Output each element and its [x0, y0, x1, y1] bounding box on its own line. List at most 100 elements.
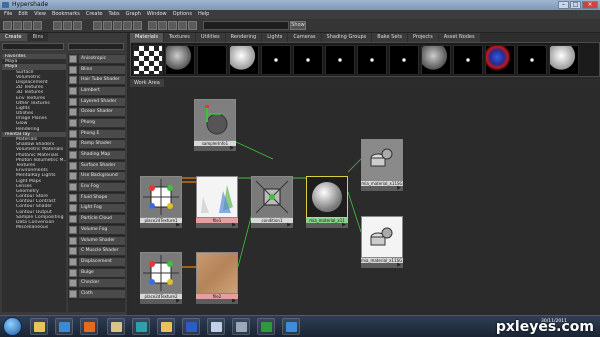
- create-filter-input[interactable]: [2, 43, 64, 50]
- node-type-item[interactable]: Checker: [68, 278, 125, 290]
- material-swatch-red-blue[interactable]: [485, 45, 515, 75]
- render-icon[interactable]: [188, 21, 197, 30]
- node-ports[interactable]: [140, 222, 182, 228]
- word-icon[interactable]: [182, 318, 200, 335]
- close-button[interactable]: ×: [582, 1, 598, 9]
- node-type-item[interactable]: Volume Shader: [68, 236, 125, 247]
- tab-bake-sets[interactable]: Bake Sets: [372, 33, 407, 42]
- node-type-item[interactable]: Light Fog: [68, 204, 125, 215]
- node-ports[interactable]: [196, 298, 238, 304]
- maximize-button[interactable]: □: [570, 1, 581, 9]
- media-player-icon[interactable]: [55, 318, 73, 335]
- material-swatch-grey-sphere[interactable]: [421, 45, 451, 75]
- node-type-item[interactable]: Blinn: [68, 65, 125, 76]
- graph-node-condition[interactable]: condition1: [251, 176, 293, 228]
- render-icon[interactable]: [158, 21, 167, 30]
- wordpad-icon[interactable]: [107, 318, 125, 335]
- node-ports[interactable]: [140, 298, 182, 304]
- node-type-item[interactable]: Bulge: [68, 268, 125, 279]
- node-search-input[interactable]: [203, 21, 289, 30]
- start-button[interactable]: [3, 317, 22, 336]
- menu-window[interactable]: Window: [147, 10, 167, 19]
- layout-icon[interactable]: [33, 21, 42, 30]
- material-swatch-grey-sphere[interactable]: [165, 45, 195, 75]
- material-swatch-dot[interactable]: [293, 45, 323, 75]
- graph-node-mia-material[interactable]: mia_material_x11: [306, 176, 348, 228]
- graph-node-sampler[interactable]: samplerInfo1: [194, 99, 236, 151]
- material-swatch-dot[interactable]: [325, 45, 355, 75]
- graph-node-file2[interactable]: file2: [196, 252, 238, 304]
- node-ports[interactable]: [194, 145, 236, 151]
- tab-projects[interactable]: Projects: [407, 33, 438, 42]
- photoshop-icon[interactable]: [282, 318, 300, 335]
- rearrange-graph-icon[interactable]: [133, 21, 142, 30]
- explorer-icon[interactable]: [30, 318, 48, 335]
- clear-graph-icon[interactable]: [123, 21, 132, 30]
- node-type-item[interactable]: Cloth: [68, 289, 125, 300]
- material-swatch-dot[interactable]: [389, 45, 419, 75]
- menu-graph[interactable]: Graph: [126, 10, 141, 19]
- node-type-item[interactable]: Surface Shader: [68, 161, 125, 172]
- material-swatch-black[interactable]: [197, 45, 227, 75]
- node-type-item[interactable]: Particle Cloud: [68, 214, 125, 225]
- material-swatch-dot[interactable]: [453, 45, 483, 75]
- material-swatch-checker[interactable]: [133, 45, 163, 75]
- node-type-item[interactable]: Ocean Shader: [68, 107, 125, 119]
- maya-icon[interactable]: [132, 318, 150, 335]
- layout-icon[interactable]: [23, 21, 32, 30]
- input-output-icon[interactable]: [103, 21, 112, 30]
- menu-view[interactable]: View: [34, 10, 46, 19]
- tab-textures[interactable]: Textures: [163, 33, 195, 42]
- node-type-item[interactable]: Volume Fog: [68, 225, 125, 236]
- node-filter-input[interactable]: [68, 43, 124, 50]
- node-type-item[interactable]: Anisotropic: [68, 54, 125, 65]
- tab-rendering[interactable]: Rendering: [225, 33, 262, 42]
- graph-node-shading-group-2[interactable]: mia_material_x11SG1: [361, 216, 403, 268]
- tab-materials[interactable]: Materials: [130, 33, 163, 42]
- render-icon[interactable]: [168, 21, 177, 30]
- node-type-item[interactable]: Env Fog: [68, 182, 125, 193]
- tab-shading-groups[interactable]: Shading Groups: [321, 33, 372, 42]
- tab-bins[interactable]: Bins: [27, 33, 49, 41]
- menu-help[interactable]: Help: [198, 10, 209, 19]
- menu-options[interactable]: Options: [173, 10, 192, 19]
- tab-cameras[interactable]: Cameras: [288, 33, 321, 42]
- graph-node-file1[interactable]: file1: [196, 176, 238, 228]
- render-icon[interactable]: [178, 21, 187, 30]
- show-button[interactable]: Show: [290, 21, 306, 30]
- node-type-item[interactable]: Shading Map: [68, 150, 125, 161]
- material-swatch-dot[interactable]: [261, 45, 291, 75]
- tab-create[interactable]: Create: [0, 33, 27, 41]
- material-swatch-dot[interactable]: [357, 45, 387, 75]
- tree-item[interactable]: Miscellaneous: [2, 225, 66, 230]
- menu-tabs[interactable]: Tabs: [109, 10, 120, 19]
- material-swatch-white-sphere[interactable]: [549, 45, 579, 75]
- notepad-icon[interactable]: [207, 318, 225, 335]
- graph-tool-icon[interactable]: [63, 21, 72, 30]
- node-graph[interactable]: samplerInfo1 place2dTexture1 file1: [130, 87, 600, 315]
- node-type-item[interactable]: Displacement: [68, 257, 125, 268]
- render-icon[interactable]: [148, 21, 157, 30]
- minimize-button[interactable]: –: [558, 1, 569, 9]
- tab-utilities[interactable]: Utilities: [195, 33, 225, 42]
- menu-file[interactable]: File: [4, 10, 12, 19]
- node-type-item[interactable]: Ramp Shader: [68, 140, 125, 151]
- menu-bookmarks[interactable]: Bookmarks: [52, 10, 80, 19]
- node-type-item[interactable]: C Muscle Shader: [68, 246, 125, 258]
- node-ports[interactable]: [196, 222, 238, 228]
- layout-icon[interactable]: [13, 21, 22, 30]
- tab-work-area[interactable]: Work Area: [130, 79, 164, 87]
- graph-node-shading-group-1[interactable]: mia_material_x11SG: [361, 139, 403, 191]
- node-ports[interactable]: [361, 262, 403, 268]
- tab-lights[interactable]: Lights: [262, 33, 288, 42]
- graph-node-place2d-2[interactable]: place2dTexture2: [140, 252, 182, 304]
- graph-node-place2d-1[interactable]: place2dTexture1: [140, 176, 182, 228]
- node-type-item[interactable]: Hair Tube Shader: [68, 75, 125, 87]
- node-ports[interactable]: [251, 222, 293, 228]
- input-output-icon[interactable]: [93, 21, 102, 30]
- node-type-item[interactable]: Use Background: [68, 172, 125, 183]
- node-type-item[interactable]: Phong E: [68, 129, 125, 140]
- node-type-item[interactable]: Lambert: [68, 86, 125, 97]
- graph-tool-icon[interactable]: [73, 21, 82, 30]
- graph-tool-icon[interactable]: [53, 21, 62, 30]
